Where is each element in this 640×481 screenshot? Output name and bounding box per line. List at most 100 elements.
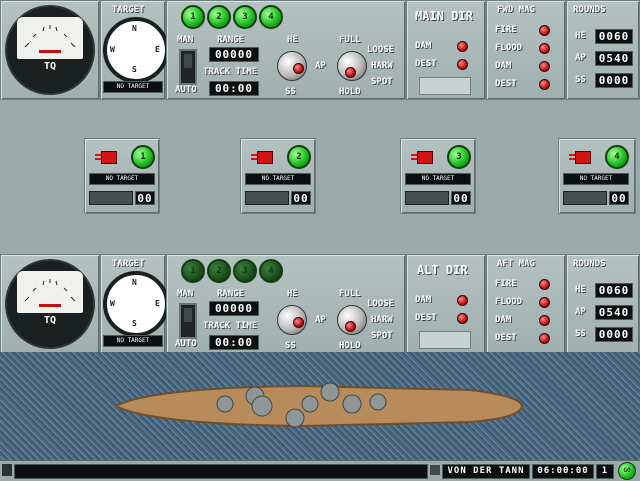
plug-icon <box>411 151 433 164</box>
mount-4-panel[interactable]: 4 NO TARGET 00 <box>558 138 636 214</box>
turret-2-button[interactable]: 2 <box>207 5 231 29</box>
ship-name: VON DER TANN <box>442 464 530 479</box>
mag-flood-label-2: FLOOD <box>495 297 523 307</box>
he-label: HE <box>287 35 298 45</box>
rounds-ss-value: 0000 <box>595 73 633 88</box>
compass-icon[interactable]: NWES <box>103 17 169 83</box>
gauge-scale-icon <box>24 25 76 53</box>
dir-dam-led-2 <box>457 295 468 306</box>
fire-control-panel-2: 1 2 3 4 MAN AUTO RANGE 00000 TRACK TIME … <box>166 254 406 354</box>
man-label-2: MAN <box>177 289 194 299</box>
go-button[interactable]: GO <box>618 462 636 480</box>
dir-dest-led <box>457 59 468 70</box>
mag-dam-label-2: DAM <box>495 315 512 325</box>
tq-label-2: TQ <box>43 315 57 326</box>
man-label: MAN <box>177 35 194 45</box>
mount-3-bar <box>405 191 449 205</box>
mount-4-status: NO TARGET <box>563 173 629 185</box>
harw-label-2: HARW <box>371 315 393 325</box>
turret-1-button[interactable]: 1 <box>181 5 205 29</box>
mag-flood-led-2 <box>539 297 550 308</box>
dir-dest-label-2: DEST <box>415 313 437 323</box>
mag-dest-led-2 <box>539 333 550 344</box>
full-label-2: FULL <box>339 289 361 299</box>
tq-gauge: TQ <box>5 5 95 95</box>
scroll-icon[interactable] <box>430 465 440 475</box>
compass-icon[interactable]: NWES <box>103 271 169 337</box>
mag-dam-led-2 <box>539 315 550 326</box>
dir-blank-plate-2 <box>419 331 471 349</box>
turret-3-button-2[interactable]: 3 <box>233 259 257 283</box>
aft-mag-panel: AFT MAG FIRE FLOOD DAM DEST <box>486 254 566 354</box>
mag-fire-led-2 <box>539 279 550 290</box>
target-status-2: NO TARGET <box>103 335 163 347</box>
auto-label: AUTO <box>175 85 197 95</box>
mount-1-status: NO TARGET <box>89 173 155 185</box>
battleship-icon <box>113 382 524 428</box>
harw-label: HARW <box>371 61 393 71</box>
dir-title-2: ALT DIR <box>417 263 468 277</box>
hold-label: HOLD <box>339 87 361 97</box>
dir-title: MAIN DIR <box>415 9 473 23</box>
menu-icon[interactable] <box>2 464 12 476</box>
mount-3-status: NO TARGET <box>405 173 471 185</box>
man-auto-toggle-2[interactable] <box>179 303 197 339</box>
mount-1-button[interactable]: 1 <box>131 145 155 169</box>
loose-label: LOOSE <box>367 45 395 55</box>
rounds-panel-2: ROUNDS HE 0060 AP 0540 SS 0000 <box>566 254 640 354</box>
rounds-title-2: ROUNDS <box>573 259 606 269</box>
turret-4-button-2[interactable]: 4 <box>259 259 283 283</box>
time-compression[interactable]: 1 <box>596 464 614 479</box>
tq-gauge-2: TQ <box>5 259 95 349</box>
ap-label-2: AP <box>315 315 326 325</box>
fire-mode-led <box>345 67 356 78</box>
mount-3-panel[interactable]: 3 NO TARGET 00 <box>400 138 476 214</box>
mag-dest-label: DEST <box>495 79 517 89</box>
dir-dam-label: DAM <box>415 41 432 51</box>
turret-1-button-2[interactable]: 1 <box>181 259 205 283</box>
dir-dam-led <box>457 41 468 52</box>
rounds-panel: ROUNDS HE 0060 AP 0540 SS 0000 <box>566 0 640 100</box>
target-title-2: TARGET <box>112 259 145 269</box>
message-line <box>14 464 428 479</box>
turret-4-button[interactable]: 4 <box>259 5 283 29</box>
rounds-title: ROUNDS <box>573 5 606 15</box>
mag-fire-label-2: FIRE <box>495 279 517 289</box>
mount-4-bar <box>563 191 607 205</box>
mag-dest-led <box>539 79 550 90</box>
man-auto-toggle[interactable] <box>179 49 197 85</box>
plug-icon <box>569 151 591 164</box>
ap-label: AP <box>315 61 326 71</box>
mag-fire-led <box>539 25 550 36</box>
mount-2-status: NO TARGET <box>245 173 311 185</box>
mount-2-count: 00 <box>291 191 311 205</box>
track-time-label-2: TRACK TIME <box>203 321 258 331</box>
mag-fire-label: FIRE <box>495 25 517 35</box>
mount-1-bar <box>89 191 133 205</box>
mount-4-button[interactable]: 4 <box>605 145 629 169</box>
range-value-2: 00000 <box>209 301 259 316</box>
mount-1-panel[interactable]: 1 NO TARGET 00 <box>84 138 160 214</box>
turret-3-button[interactable]: 3 <box>233 5 257 29</box>
mag-dest-label-2: DEST <box>495 333 517 343</box>
ammo-indicator-led <box>293 63 304 74</box>
mount-2-button[interactable]: 2 <box>287 145 311 169</box>
range-value: 00000 <box>209 47 259 62</box>
ss-label-2: SS <box>285 341 296 351</box>
rounds-ap-label: AP <box>575 53 586 63</box>
mount-2-panel[interactable]: 2 NO TARGET 00 <box>240 138 316 214</box>
target-panel-2: TARGET NWES NO TARGET <box>100 254 169 354</box>
rounds-he-value-2: 0060 <box>595 283 633 298</box>
gauge-scale-icon <box>24 279 76 307</box>
full-label: FULL <box>339 35 361 45</box>
dir-dam-label-2: DAM <box>415 295 432 305</box>
turret-2-button-2[interactable]: 2 <box>207 259 231 283</box>
rounds-he-value: 0060 <box>595 29 633 44</box>
mag-flood-led <box>539 43 550 54</box>
status-bar: VON DER TANN 06:00:00 1 GO <box>0 460 640 481</box>
dir-blank-plate <box>419 77 471 95</box>
spot-label-2: SPOT <box>371 331 393 341</box>
rounds-he-label: HE <box>575 31 586 41</box>
ship-view[interactable] <box>0 352 640 460</box>
mount-3-button[interactable]: 3 <box>447 145 471 169</box>
